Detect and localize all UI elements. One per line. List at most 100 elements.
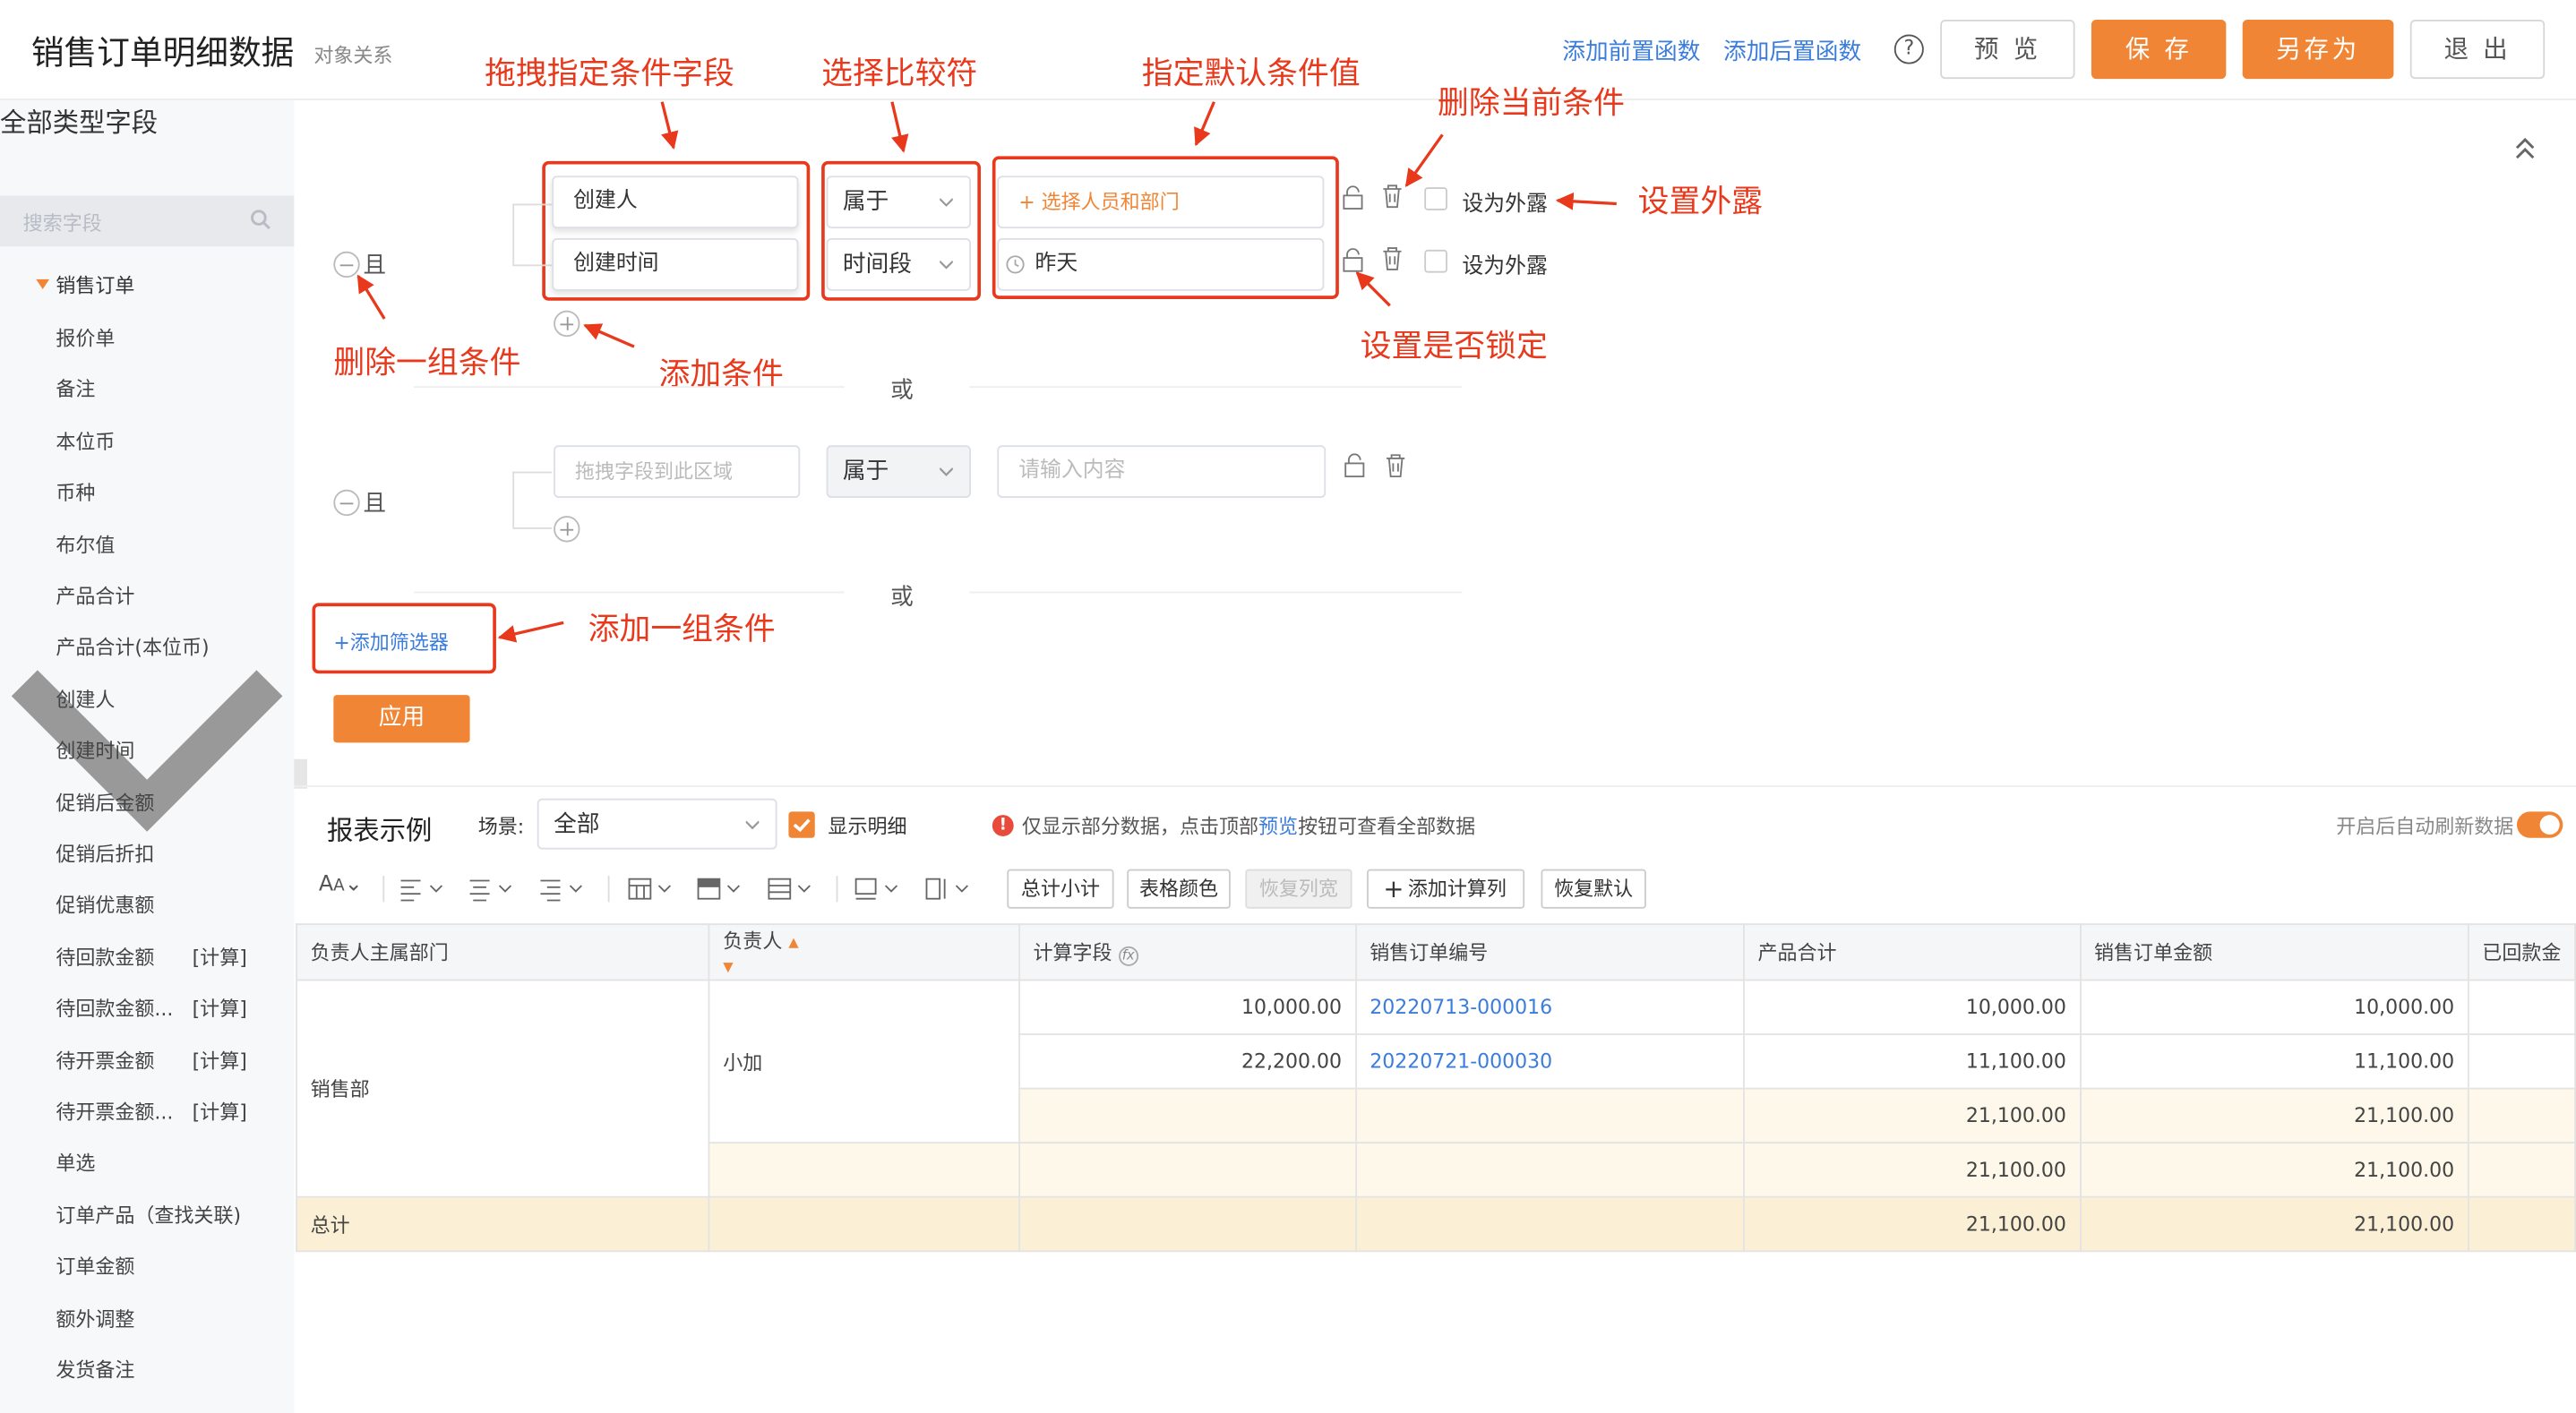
scene-value: 全部 [554,811,600,838]
sidebar-item[interactable]: 促销后金额 [56,788,154,816]
scene-select[interactable]: 全部 [537,798,777,850]
restore-width-button[interactable]: 恢复列宽 [1245,869,1352,909]
sidebar-item[interactable]: 待回款金额... [56,994,173,1022]
trash-icon[interactable] [1382,246,1404,271]
toolbar-separator [836,875,838,903]
font-size-icon[interactable]: AA⌄ [319,872,363,905]
column-header[interactable]: 销售订单编号 [1354,923,1745,981]
add-condition-icon[interactable] [554,516,580,543]
freeze-row-icon[interactable] [854,876,904,902]
show-detail-checkbox[interactable] [788,811,815,838]
splitter-handle[interactable] [294,758,307,789]
sidebar-item[interactable]: 订单金额 [56,1253,134,1280]
remove-group-icon[interactable] [333,489,360,517]
auto-refresh-toggle[interactable] [2516,811,2563,838]
align-center-icon[interactable] [468,876,518,902]
table-style-icon[interactable] [628,876,677,902]
table-header-row: 负责人主属部门 负责人 ▲ ▼ 计算字段 fx 销售订单编号 产品合计 销售订单金… [296,923,2576,981]
row-style-icon[interactable] [768,876,817,902]
sidebar-item[interactable]: 单选 [56,1149,95,1177]
order-number-link[interactable]: 20220713-000016 [1354,979,1745,1035]
collapse-up-icon[interactable] [2513,134,2537,160]
scene-label: 场景: [477,815,525,838]
order-number-link[interactable]: 20220721-000030 [1354,1033,1745,1090]
calc-cell [1018,1087,1357,1144]
trash-icon[interactable] [1382,184,1404,210]
paid-amount-cell [2467,979,2576,1035]
add-calc-column-button[interactable]: + 添加计算列 [1367,869,1525,909]
table-color-button[interactable]: 表格颜色 [1127,869,1231,909]
tree-line [512,471,553,474]
date-value: 昨天 [1035,251,1078,277]
or-label: 或 [890,378,914,405]
chevron-down-icon [940,467,953,476]
trash-icon[interactable] [1385,453,1406,478]
tree-line [512,203,553,206]
add-filter-link[interactable]: +添加筛选器 [333,628,449,655]
lock-icon[interactable] [1343,248,1364,273]
check-icon [793,818,811,833]
notice-text: 仅显示部分数据，点击顶部预览按钮可查看全部数据 [1022,811,1475,839]
divider [969,591,1463,594]
lock-icon[interactable] [1344,453,1365,478]
lock-icon[interactable] [1343,185,1364,210]
sidebar-item[interactable]: 待回款金额 [56,943,154,971]
chevron-down-icon [940,198,953,207]
tree-line [512,203,515,265]
product-total-cell: 21,100.00 [1742,1142,2082,1198]
operator-value: 属于 [842,458,889,485]
operator-select-3[interactable]: 属于 [826,445,972,498]
empty-cell [1018,1195,1357,1253]
align-left-icon[interactable] [399,876,449,902]
sidebar-item[interactable]: 待开票金额... [56,1098,173,1126]
expose-checkbox[interactable] [1424,187,1447,210]
notice-preview-link[interactable]: 预览 [1258,815,1298,838]
sidebar-item[interactable]: 促销后折扣 [56,840,154,868]
order-amount-cell: 10,000.00 [2079,979,2469,1035]
value-select-people[interactable]: + 选择人员和部门 [997,176,1325,229]
condition-field-dropzone[interactable]: 拖拽字段到此区域 [554,445,801,498]
formula-icon[interactable]: fx [1118,946,1138,966]
column-header-label: 负责人 [723,929,783,954]
order-amount-cell: 11,100.00 [2079,1033,2469,1090]
plus-icon: + [1383,874,1404,904]
condition-field-create-time[interactable]: 创建时间 [552,238,799,291]
order-amount-cell: 21,100.00 [2079,1142,2469,1198]
paid-amount-cell [2467,1087,2576,1144]
section-divider [294,785,2576,787]
column-header[interactable]: 销售订单金额 [2079,923,2469,981]
sidebar-item[interactable]: 待开票金额 [56,1046,154,1074]
warning-icon: ! [992,815,1014,836]
freeze-column-icon[interactable] [925,876,975,902]
expose-checkbox[interactable] [1424,249,1447,273]
owner-subtotal-cell [708,1142,1020,1198]
operator-value: 属于 [842,189,889,216]
header-fill-icon[interactable] [697,876,746,902]
add-condition-icon[interactable] [554,310,580,338]
report-table: 负责人主属部门 负责人 ▲ ▼ 计算字段 fx 销售订单编号 产品合计 销售订单金… [296,923,2576,1253]
column-header[interactable]: 已回款金 [2467,923,2576,981]
sidebar-item[interactable]: 发货备注 [56,1356,134,1383]
grand-total-row: 总计 21,100.00 21,100.00 [296,1195,2576,1253]
operator-select-1[interactable]: 属于 [826,176,972,229]
sidebar-item[interactable]: 订单产品（查找关联) [56,1201,241,1229]
divider [414,386,845,389]
condition-field-creator[interactable]: 创建人 [552,176,799,229]
column-header[interactable]: 计算字段 fx [1018,923,1357,981]
sidebar-item-tag: [计算] [192,1100,247,1125]
column-header[interactable]: 产品合计 [1742,923,2082,981]
value-date-yesterday[interactable]: 昨天 [997,238,1325,291]
restore-default-button[interactable]: 恢复默认 [1541,869,1646,909]
remove-group-icon[interactable] [333,251,360,278]
operator-select-2[interactable]: 时间段 [826,238,972,291]
subtotal-button[interactable]: 总计小计 [1007,869,1114,909]
order-number-cell [1354,1087,1745,1144]
apply-button[interactable]: 应用 [333,695,470,743]
sidebar-item[interactable]: 促销优惠额 [56,891,154,919]
sidebar-item[interactable]: 额外调整 [56,1304,134,1332]
column-header[interactable]: 负责人主属部门 [296,923,710,981]
align-right-icon[interactable] [539,876,588,902]
expose-label: 设为外露 [1462,254,1548,279]
column-header[interactable]: 负责人 ▲ ▼ [708,923,1020,981]
value-input[interactable]: 请输入内容 [997,445,1327,498]
